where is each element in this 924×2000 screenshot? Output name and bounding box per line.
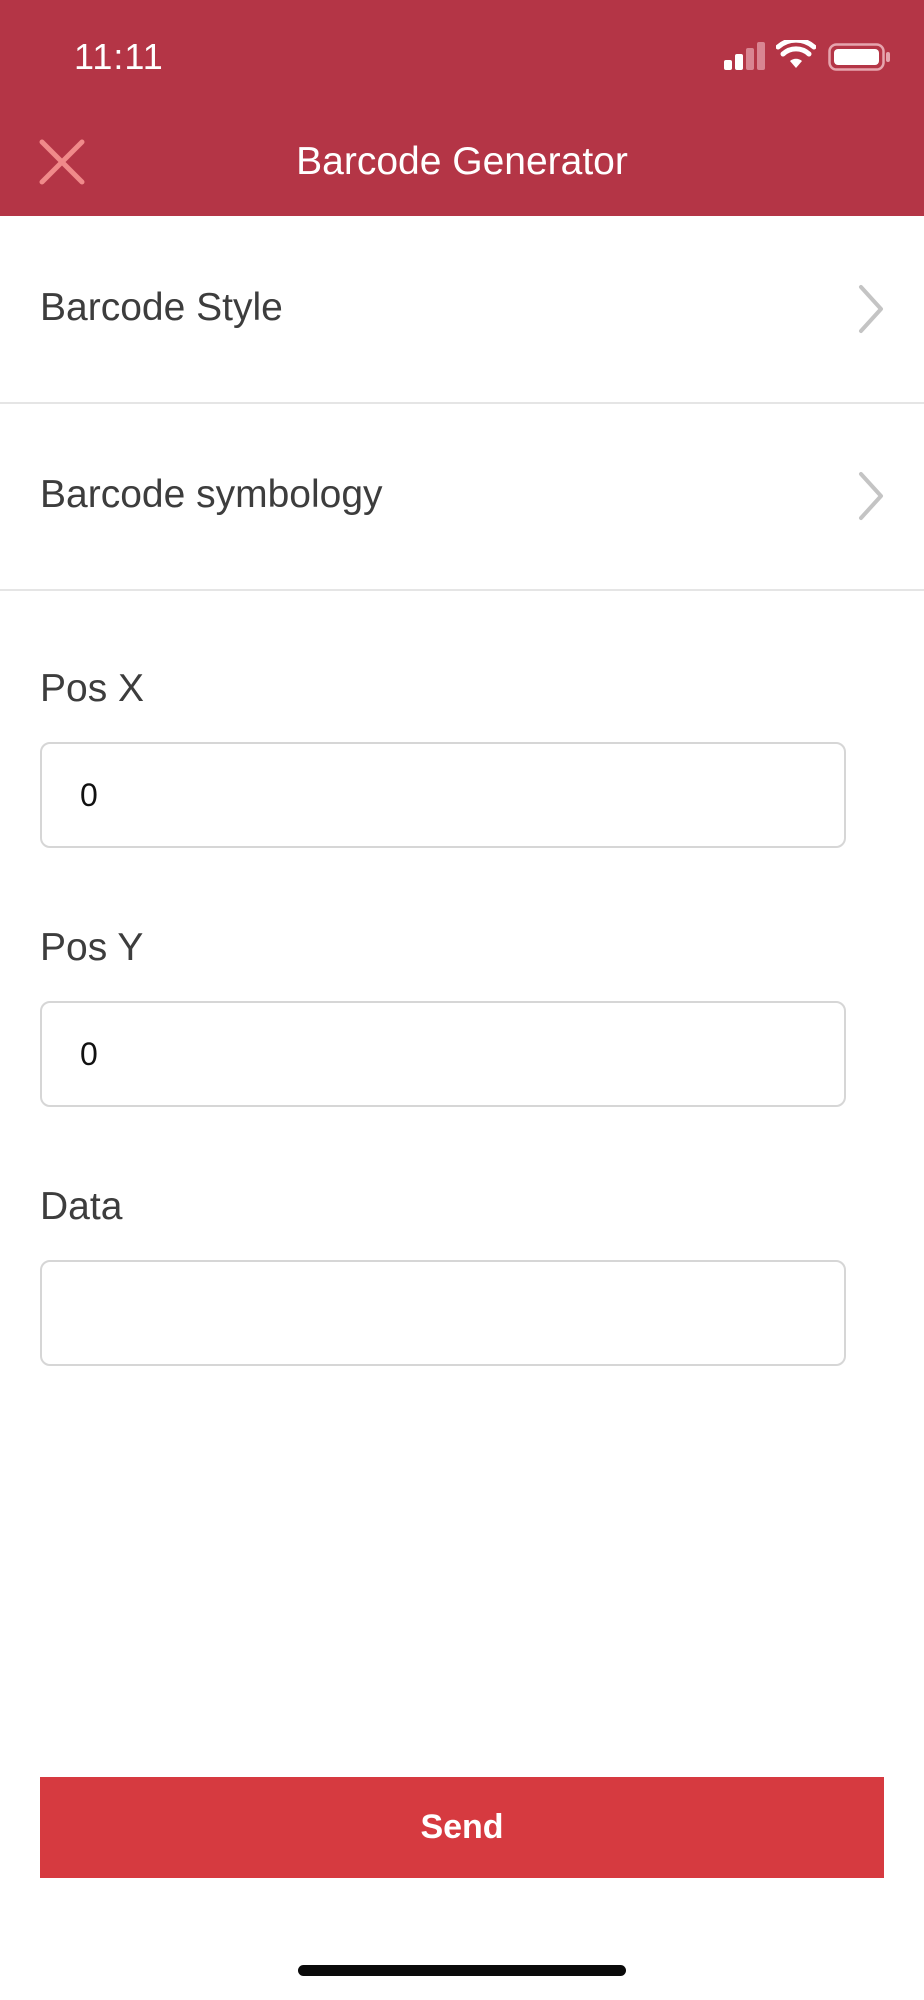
pos-x-input[interactable] bbox=[40, 742, 846, 848]
chevron-right-icon bbox=[859, 285, 883, 333]
header-bar: 11:11 Barcode Generator bbox=[0, 0, 924, 216]
page-title: Barcode Generator bbox=[296, 140, 628, 183]
menu-item-barcode-symbology[interactable]: Barcode symbology bbox=[0, 403, 924, 591]
pos-y-input[interactable] bbox=[40, 1001, 846, 1107]
data-label: Data bbox=[40, 1185, 123, 1228]
menu-item-barcode-style[interactable]: Barcode Style bbox=[0, 216, 924, 404]
pos-y-label: Pos Y bbox=[40, 926, 144, 969]
wifi-icon bbox=[776, 40, 816, 68]
home-indicator[interactable] bbox=[298, 1965, 626, 1976]
chevron-right-icon bbox=[859, 472, 883, 520]
barcode-generator-screen: 11:11 Barcode Generator Barcode Style Ba… bbox=[0, 0, 924, 2000]
menu-item-label: Barcode symbology bbox=[40, 473, 383, 516]
battery-icon bbox=[828, 43, 890, 71]
menu-item-label: Barcode Style bbox=[40, 286, 283, 329]
signal-icon bbox=[724, 42, 765, 70]
status-time: 11:11 bbox=[74, 36, 164, 77]
send-button[interactable]: Send bbox=[40, 1777, 884, 1878]
pos-x-label: Pos X bbox=[40, 667, 145, 710]
data-input[interactable] bbox=[40, 1260, 846, 1366]
